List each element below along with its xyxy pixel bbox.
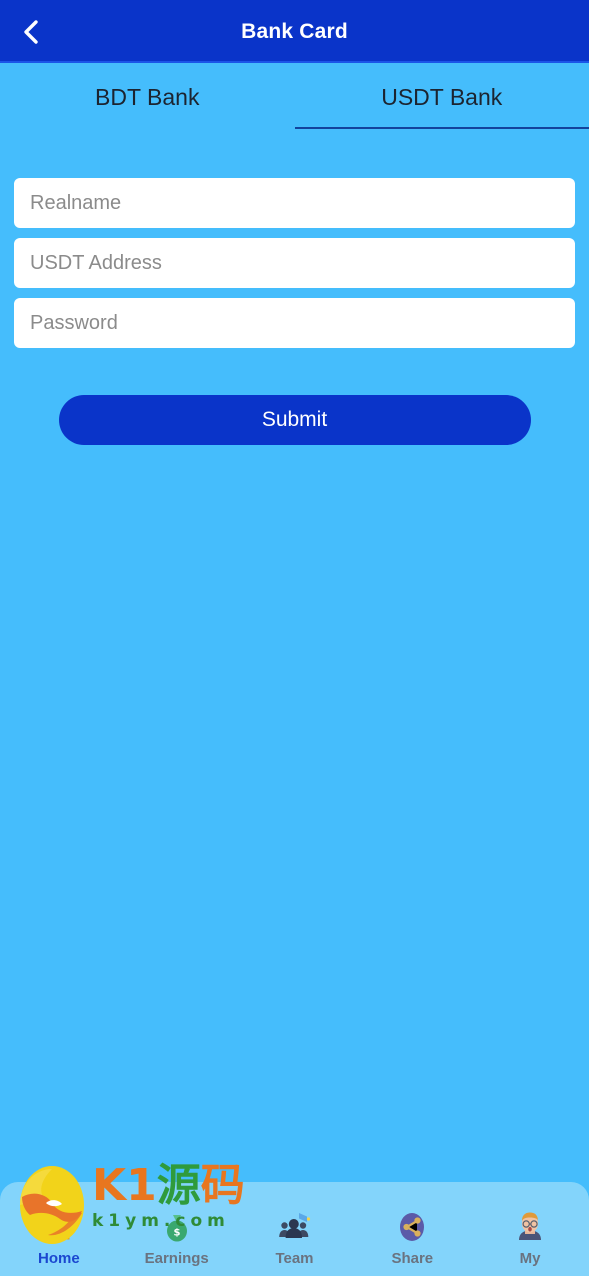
team-people-icon [273, 1206, 315, 1248]
tab-bar: BDT Bank USDT Bank [0, 63, 589, 135]
earnings-money-bag-icon: $ [156, 1206, 198, 1248]
share-network-icon [391, 1206, 433, 1248]
page-title: Bank Card [241, 20, 348, 43]
nav-label-earnings: Earnings [144, 1250, 209, 1267]
nav-item-earnings[interactable]: $ Earnings [118, 1182, 236, 1268]
home-icon [38, 1206, 80, 1248]
chevron-left-icon [20, 19, 42, 45]
submit-button[interactable]: Submit [58, 395, 531, 445]
app-header: Bank Card [0, 0, 589, 63]
nav-label-team: Team [275, 1250, 314, 1267]
tab-bdt-bank[interactable]: BDT Bank [0, 63, 295, 135]
realname-input[interactable] [14, 178, 575, 228]
nav-label-my: My [519, 1250, 541, 1267]
password-input[interactable] [14, 298, 575, 348]
tab-usdt-bank-label: USDT Bank [381, 83, 503, 110]
usdt-address-input[interactable] [14, 238, 575, 288]
bank-card-form [14, 178, 575, 358]
nav-item-my[interactable]: My [471, 1182, 589, 1268]
nav-item-share[interactable]: Share [353, 1182, 471, 1268]
tab-bdt-bank-label: BDT Bank [95, 83, 200, 110]
avatar-person-icon [509, 1206, 551, 1248]
active-tab-underline [294, 127, 589, 129]
app-screen: Bank Card BDT Bank USDT Bank Submit Home [0, 0, 589, 1276]
nav-label-share: Share [391, 1250, 434, 1267]
submit-row: Submit [0, 395, 589, 445]
tab-usdt-bank[interactable]: USDT Bank [294, 63, 589, 135]
nav-item-team[interactable]: Team [236, 1182, 354, 1268]
back-button[interactable] [14, 15, 48, 49]
nav-label-home: Home [38, 1250, 80, 1267]
svg-text:$: $ [173, 1228, 180, 1239]
bottom-navigation: Home $ Earnings Team Share My [0, 1182, 589, 1276]
nav-item-home[interactable]: Home [0, 1182, 118, 1268]
